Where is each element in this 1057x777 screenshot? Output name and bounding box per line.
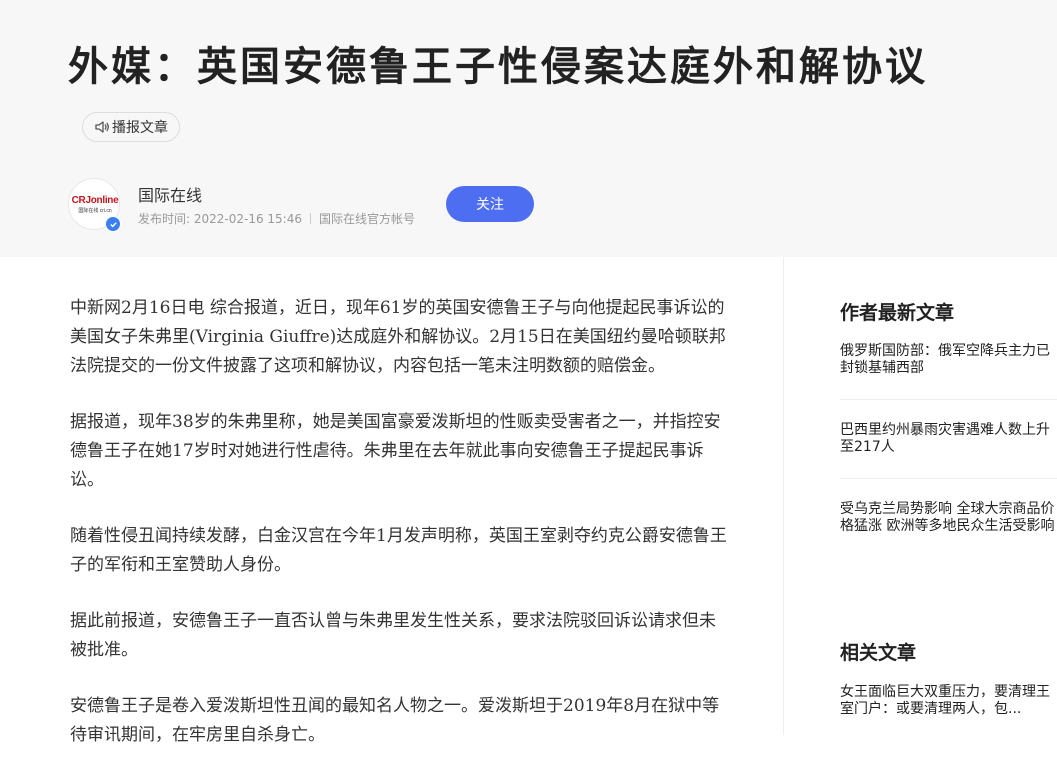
related-articles-heading: 相关文章 xyxy=(840,642,917,664)
listen-article-label: 播报文章 xyxy=(112,120,168,136)
latest-article-link[interactable]: 受乌克兰局势影响 全球大宗商品价格猛涨 欧洲等多地民众生活受影响 xyxy=(840,501,1055,535)
listen-article-button[interactable]: 播报文章 xyxy=(82,112,180,142)
sidebar-divider xyxy=(783,257,784,735)
account-type: 国际在线官方帐号 xyxy=(319,212,416,226)
related-article-link[interactable]: 女王面临巨大双重压力，要清理王室门户：或要清理两人，包... xyxy=(840,684,1055,718)
article-meta: 发布时间: 2022-02-16 15:46 国际在线官方帐号 xyxy=(138,210,415,227)
article-title: 外媒：英国安德鲁王子性侵案达庭外和解协议 xyxy=(68,44,928,90)
article-paragraph: 据报道，现年38岁的朱弗里称，她是美国富豪爱泼斯坦的性贩卖受害者之一，并指控安德… xyxy=(70,412,721,490)
follow-button[interactable]: 关注 xyxy=(446,186,534,222)
publish-time: 发布时间: 2022-02-16 15:46 xyxy=(138,212,302,226)
author-logo-subtext: 国际在线 cri.cn xyxy=(78,208,112,214)
article-paragraph: 中新网2月16日电 综合报道，近日，现年61岁的英国安德鲁王子与向他提起民事诉讼… xyxy=(70,298,726,376)
latest-article-link[interactable]: 巴西里约州暴雨灾害遇难人数上升至217人 xyxy=(840,422,1055,456)
article-paragraph: 安德鲁王子是卷入爱泼斯坦性丑闻的最知名人物之一。爱泼斯坦于2019年8月在狱中等… xyxy=(70,696,720,745)
article-header: 外媒：英国安德鲁王子性侵案达庭外和解协议 播报文章 CRJonline 国际在线… xyxy=(0,0,1057,257)
article-paragraph: 随着性侵丑闻持续发酵，白金汉宫在今年1月发声明称，英国王室剥夺约克公爵安德鲁王子… xyxy=(70,526,727,575)
speaker-icon xyxy=(95,121,109,133)
divider xyxy=(840,399,1057,400)
verified-icon xyxy=(105,216,121,232)
meta-divider xyxy=(310,213,311,224)
article-paragraph: 据此前报道，安德鲁王子一直否认曾与朱弗里发生性关系，要求法院驳回诉讼请求但未被批… xyxy=(70,611,716,660)
latest-article-link[interactable]: 俄罗斯国防部：俄军空降兵主力已封锁基辅西部 xyxy=(840,343,1055,377)
author-logo: CRJonline xyxy=(71,195,119,206)
author-name[interactable]: 国际在线 xyxy=(138,182,202,206)
latest-articles-heading: 作者最新文章 xyxy=(840,302,955,324)
article-body: 中新网2月16日电 综合报道，近日，现年61岁的英国安德鲁王子与向他提起民事诉讼… xyxy=(70,294,730,777)
divider xyxy=(840,478,1057,479)
